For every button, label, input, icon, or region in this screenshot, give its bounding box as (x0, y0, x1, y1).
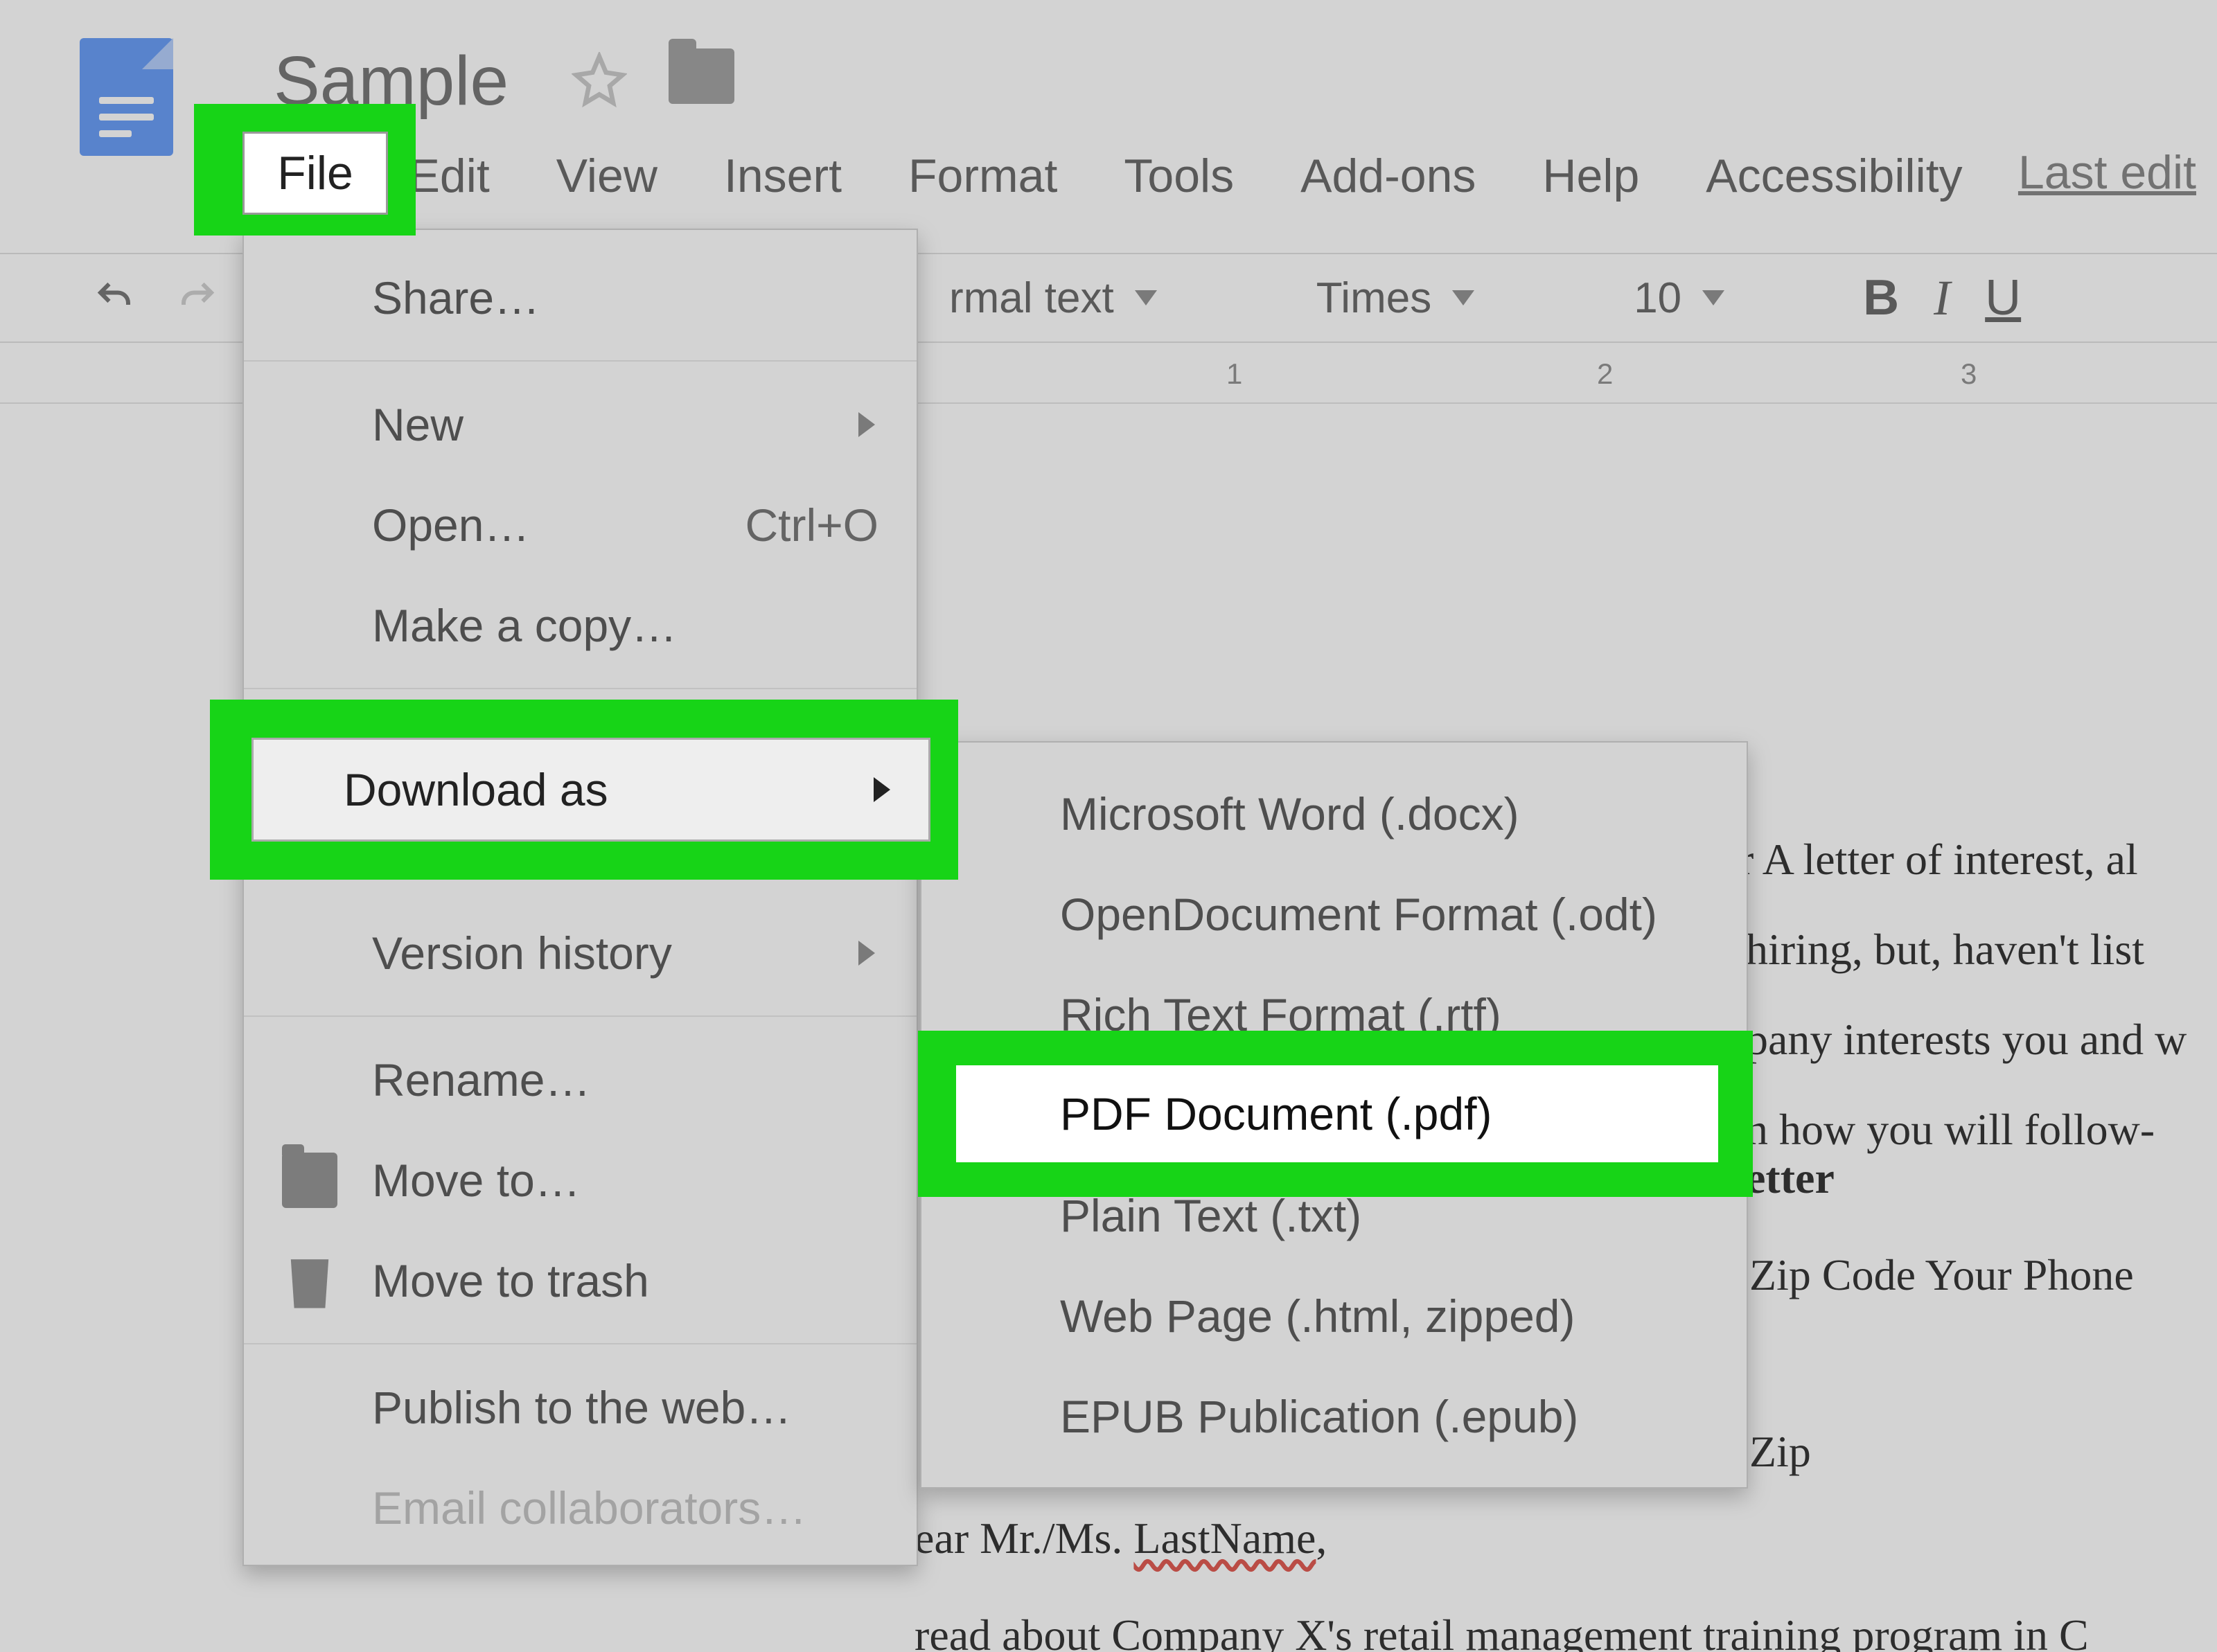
ruler-mark-1: 1 (1226, 357, 1242, 391)
body-text: Zip (1749, 1427, 1811, 1476)
body-text: r A letter of interest, al (1739, 835, 2138, 884)
menu-item-email-collaborators: Email collaborators… (244, 1457, 917, 1558)
undo-icon[interactable] (90, 277, 139, 319)
menu-item-label: Move to trash (372, 1254, 649, 1307)
file-menu-dropdown: Share… New Open… Ctrl+O Make a copy… Dow… (242, 229, 918, 1566)
menu-view[interactable]: View (547, 142, 667, 210)
paragraph-style-label: rmal text (949, 274, 1114, 323)
tutorial-highlight-file: File (194, 104, 416, 236)
submenu-arrow-icon (858, 941, 875, 966)
bold-button[interactable]: B (1863, 269, 1899, 326)
menu-item-make-copy[interactable]: Make a copy… (244, 575, 917, 675)
move-folder-icon[interactable] (669, 48, 734, 104)
ruler-mark-3: 3 (1961, 357, 1977, 391)
highlight-label: File (277, 146, 353, 200)
menu-item-label: EPUB Publication (.epub) (1060, 1390, 1578, 1443)
menu-item-label: Email collaborators… (372, 1482, 806, 1534)
highlight-label: Download as (344, 763, 608, 816)
body-text: read about Company X's retail management… (915, 1610, 2089, 1652)
submenu-item-docx[interactable]: Microsoft Word (.docx) (921, 763, 1747, 864)
font-selector[interactable]: Times (1296, 274, 1495, 323)
chevron-down-icon (1135, 290, 1157, 305)
menu-format[interactable]: Format (899, 142, 1067, 210)
tutorial-highlight-pdf: PDF Document (.pdf) (918, 1031, 1753, 1197)
submenu-arrow-icon (874, 777, 890, 802)
menu-help[interactable]: Help (1533, 142, 1649, 210)
menu-item-label: Microsoft Word (.docx) (1060, 788, 1519, 840)
docs-app-icon[interactable] (80, 38, 173, 156)
menu-item-share[interactable]: Share… (244, 247, 917, 348)
keyboard-shortcut: Ctrl+O (745, 499, 878, 551)
font-label: Times (1316, 274, 1431, 323)
submenu-item-odt[interactable]: OpenDocument Format (.odt) (921, 864, 1747, 964)
menu-item-label: Rename… (372, 1054, 590, 1106)
last-edit-link[interactable]: Last edit (2018, 145, 2196, 199)
menu-item-label: Open… (372, 499, 529, 551)
menu-bar: File Edit View Insert Format Tools Add-o… (256, 142, 2217, 210)
body-text: Zip Code Your Phone (1749, 1250, 2134, 1299)
menu-addons[interactable]: Add-ons (1291, 142, 1485, 210)
menu-item-label: Move to… (372, 1154, 581, 1207)
menu-item-label: New (372, 398, 463, 451)
spelling-error: LastName (1133, 1513, 1316, 1563)
body-text: ear Mr./Ms. (915, 1513, 1133, 1563)
submenu-item-html[interactable]: Web Page (.html, zipped) (921, 1265, 1747, 1366)
menu-item-label: Web Page (.html, zipped) (1060, 1290, 1575, 1342)
menu-item-version-history[interactable]: Version history (244, 903, 917, 1003)
body-text: hiring, but, haven't list (1746, 925, 2144, 974)
body-text: pany interests you and w (1746, 1015, 2187, 1064)
ruler-mark-2: 2 (1597, 357, 1613, 391)
trash-icon (282, 1253, 337, 1308)
body-heading: etter (1746, 1153, 1835, 1202)
menu-accessibility[interactable]: Accessibility (1696, 142, 1972, 210)
tutorial-highlight-download-as: Download as (210, 700, 958, 880)
menu-insert[interactable]: Insert (714, 142, 851, 210)
menu-item-publish[interactable]: Publish to the web… (244, 1357, 917, 1457)
submenu-arrow-icon (858, 412, 875, 437)
menu-item-label: OpenDocument Format (.odt) (1060, 888, 1657, 941)
paragraph-style-selector[interactable]: rmal text (928, 274, 1178, 323)
folder-icon (282, 1153, 337, 1208)
menu-item-move-to-trash[interactable]: Move to trash (244, 1230, 917, 1331)
menu-item-label: Share… (372, 272, 540, 324)
menu-item-label: Make a copy… (372, 599, 677, 652)
submenu-item-epub[interactable]: EPUB Publication (.epub) (921, 1366, 1747, 1466)
menu-tools[interactable]: Tools (1114, 142, 1244, 210)
redo-icon[interactable] (173, 277, 222, 319)
menu-item-label: Publish to the web… (372, 1381, 791, 1434)
underline-button[interactable]: U (1985, 269, 2021, 326)
font-size-selector[interactable]: 10 (1613, 274, 1745, 323)
italic-button[interactable]: I (1934, 269, 1950, 327)
chevron-down-icon (1452, 290, 1474, 305)
chevron-down-icon (1702, 290, 1724, 305)
menu-item-rename[interactable]: Rename… (244, 1029, 917, 1130)
font-size-label: 10 (1634, 274, 1681, 323)
menu-item-open[interactable]: Open… Ctrl+O (244, 474, 917, 575)
highlight-label: PDF Document (.pdf) (1060, 1087, 1492, 1140)
body-text: , (1316, 1513, 1327, 1563)
menu-item-label: Version history (372, 927, 672, 979)
menu-item-move-to[interactable]: Move to… (244, 1130, 917, 1230)
star-icon[interactable] (572, 52, 627, 107)
menu-item-new[interactable]: New (244, 374, 917, 474)
